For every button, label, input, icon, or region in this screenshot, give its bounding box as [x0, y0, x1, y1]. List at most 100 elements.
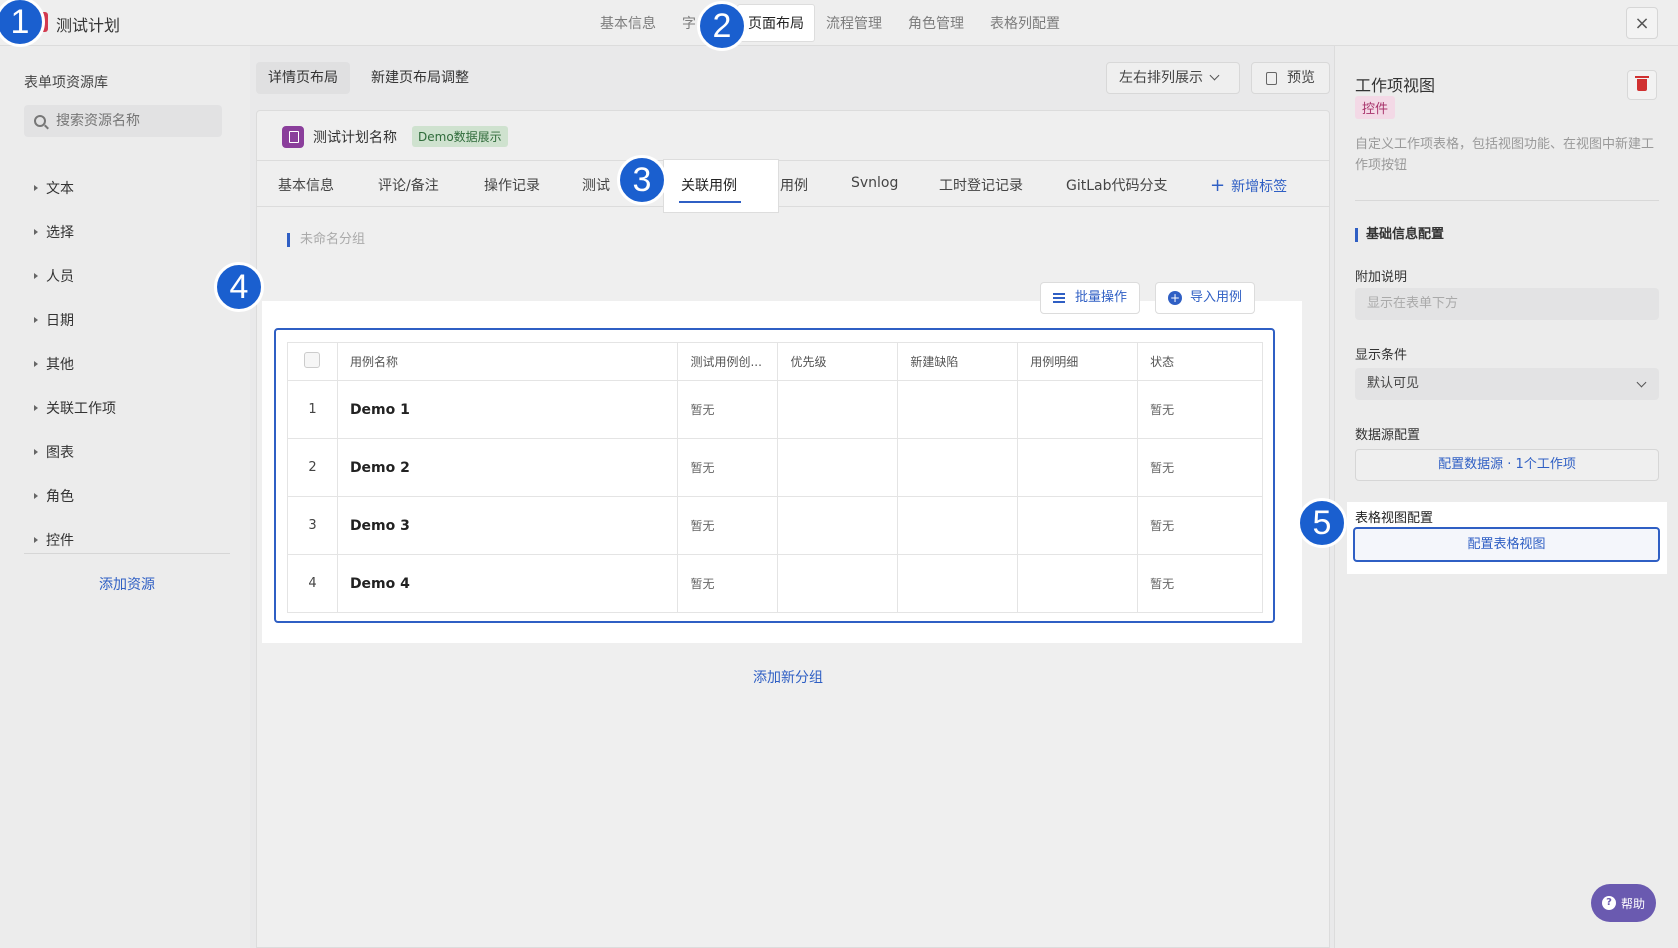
help-icon: ? [1601, 896, 1616, 910]
ctab-linked-cases-label: 关联用例 [681, 178, 737, 194]
col-header-detail[interactable]: 用例明细 [1017, 342, 1139, 381]
help-button[interactable]: ? 帮助 [1591, 884, 1656, 922]
add-tab-label: 新增标签 [1231, 179, 1288, 195]
resource-list: 文本 选择 人员 日期 其他 关联工作项 图表 角色 控件 [34, 166, 116, 562]
plus-icon: + [1210, 175, 1226, 196]
table-row[interactable]: 2 Demo 2 暂无 暂无 [287, 438, 1263, 497]
resource-item-label: 文本 [46, 181, 74, 197]
layout-mode-select[interactable]: 左右排列展示 [1106, 62, 1240, 94]
step-marker-3: 3 [617, 155, 667, 205]
resource-item-people[interactable]: 人员 [34, 254, 116, 298]
resource-item-label: 其他 [46, 357, 74, 373]
search-input[interactable] [56, 113, 216, 129]
resource-item-date[interactable]: 日期 [34, 298, 116, 342]
case-name[interactable]: Demo 3 [336, 496, 679, 555]
ctab-op-log[interactable]: 操作记录 [484, 175, 540, 195]
resource-item-select[interactable]: 选择 [34, 210, 116, 254]
segment-new-layout[interactable]: 新建页布局调整 [359, 62, 481, 94]
caret-right-icon [34, 449, 38, 455]
resource-item-linked-work[interactable]: 关联工作项 [34, 386, 116, 430]
segment-detail-layout[interactable]: 详情页布局 [256, 62, 350, 94]
case-creator: 暂无 [677, 554, 779, 613]
case-detail [1017, 496, 1139, 555]
ctab-svnlog[interactable]: Svnlog [851, 175, 898, 191]
plus-circle-icon: + [1168, 291, 1182, 305]
step-marker-4: 4 [214, 262, 264, 312]
ctab-comments[interactable]: 评论/备注 [378, 175, 439, 195]
table-row[interactable]: 1 Demo 1 暂无 暂无 [287, 380, 1263, 439]
ctab-gitlab[interactable]: GitLab代码分支 [1066, 175, 1168, 195]
ctab-test[interactable]: 测试 [582, 175, 610, 195]
resource-item-control[interactable]: 控件 [34, 518, 116, 562]
resource-panel: 表单项资源库 文本 选择 人员 日期 其他 关联工作项 图表 角色 控件 添加资… [0, 46, 250, 948]
resource-item-label: 选择 [46, 225, 74, 241]
close-button[interactable]: × [1626, 7, 1658, 39]
tab-page-layout[interactable]: 页面布局 [738, 5, 814, 41]
search-icon [34, 115, 46, 127]
add-tab-button[interactable]: + 新增标签 [1210, 175, 1287, 196]
ctab-cases[interactable]: 用例 [780, 175, 808, 195]
add-resource-link[interactable]: 添加资源 [99, 574, 155, 594]
bookmark-icon [282, 126, 304, 148]
extra-note-input[interactable]: 显示在表单下方 [1355, 288, 1659, 320]
batch-action-button[interactable]: 批量操作 [1040, 282, 1141, 314]
resource-item-other[interactable]: 其他 [34, 342, 116, 386]
col-header-priority[interactable]: 优先级 [777, 342, 899, 381]
resource-item-label: 控件 [46, 533, 74, 549]
display-condition-label: 显示条件 [1355, 348, 1408, 363]
case-creator: 暂无 [677, 380, 779, 439]
import-cases-label: 导入用例 [1190, 290, 1243, 305]
chevron-down-icon [1209, 70, 1220, 81]
col-header-status[interactable]: 状态 [1137, 342, 1263, 381]
row-index: 4 [287, 554, 338, 613]
preview-button[interactable]: 预览 [1251, 62, 1330, 94]
ctab-worklog[interactable]: 工时登记记录 [939, 175, 1023, 195]
caret-right-icon [34, 405, 38, 411]
resource-item-role[interactable]: 角色 [34, 474, 116, 518]
case-name[interactable]: Demo 1 [336, 380, 679, 439]
step-marker-2: 2 [697, 1, 747, 51]
case-name[interactable]: Demo 4 [336, 554, 679, 613]
tab-workflow[interactable]: 流程管理 [826, 13, 882, 33]
properties-description: 自定义工作项表格，包括视图功能、在视图中新建工作项按钮 [1355, 137, 1655, 173]
display-condition-select[interactable]: 默认可见 [1355, 368, 1659, 400]
ctab-linked-cases[interactable]: 关联用例 [664, 160, 778, 212]
resource-item-chart[interactable]: 图表 [34, 430, 116, 474]
ctab-basic-info[interactable]: 基本信息 [278, 175, 334, 195]
resource-item-label: 人员 [46, 269, 74, 285]
delete-button[interactable] [1627, 70, 1657, 100]
select-all-checkbox[interactable] [304, 352, 321, 368]
extra-note-label: 附加说明 [1355, 270, 1408, 285]
case-name[interactable]: Demo 2 [336, 438, 679, 497]
select-all-cell [287, 342, 338, 381]
import-cases-button[interactable]: + 导入用例 [1155, 282, 1256, 314]
resource-search[interactable] [24, 105, 222, 137]
add-group-link[interactable]: 添加新分组 [753, 667, 823, 687]
configure-data-source-button[interactable]: 配置数据源 · 1个工作项 [1355, 449, 1659, 481]
tab-table-columns[interactable]: 表格列配置 [990, 13, 1060, 33]
preview-label: 预览 [1287, 70, 1315, 86]
table-row[interactable]: 3 Demo 3 暂无 暂无 [287, 496, 1263, 555]
tab-fields[interactable]: 字 [682, 13, 696, 33]
case-detail [1017, 380, 1139, 439]
caret-right-icon [34, 229, 38, 235]
trash-icon [1635, 76, 1649, 91]
tab-basic-info[interactable]: 基本信息 [600, 13, 656, 33]
resource-item-label: 图表 [46, 445, 74, 461]
case-detail [1017, 554, 1139, 613]
linked-cases-panel: 批量操作 + 导入用例 用例名称 测试用例创... 优先级 新建缺陷 用例明细 … [262, 282, 1302, 643]
case-priority [777, 496, 899, 555]
preview-icon [1266, 71, 1277, 85]
tab-roles[interactable]: 角色管理 [908, 13, 964, 33]
col-header-defect[interactable]: 新建缺陷 [897, 342, 1019, 381]
configure-table-view-button[interactable]: 配置表格视图 [1353, 527, 1660, 562]
case-priority [777, 554, 899, 613]
divider [1355, 200, 1659, 201]
list-icon [1053, 293, 1065, 303]
properties-title: 工作项视图 [1355, 76, 1436, 95]
resource-item-text[interactable]: 文本 [34, 166, 116, 210]
col-header-name[interactable]: 用例名称 [336, 342, 679, 381]
caret-right-icon [34, 493, 38, 499]
col-header-creator[interactable]: 测试用例创... [677, 342, 779, 381]
table-row[interactable]: 4 Demo 4 暂无 暂无 [287, 554, 1263, 613]
